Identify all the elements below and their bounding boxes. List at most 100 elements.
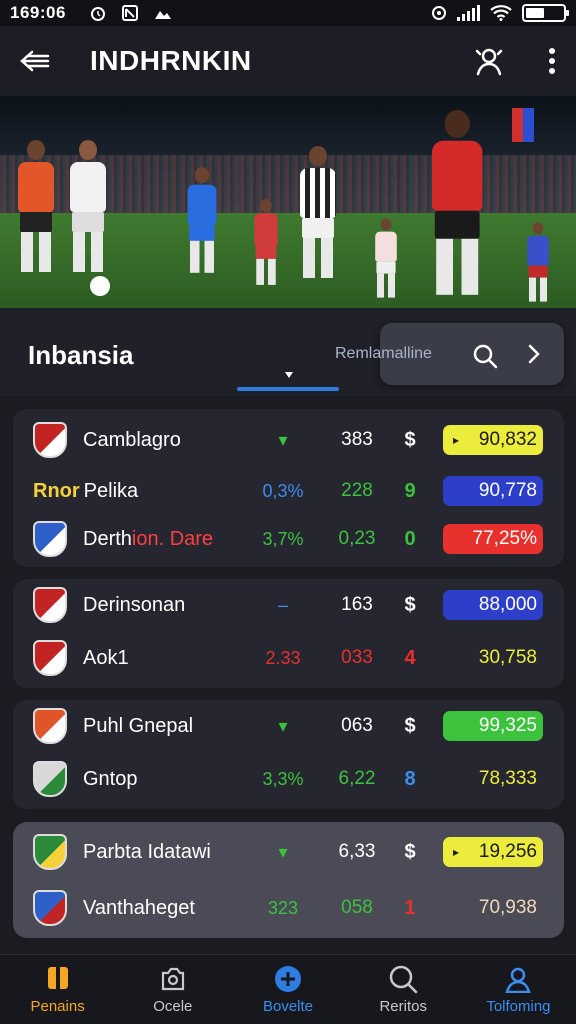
- nav-label: Ocele: [153, 998, 193, 1015]
- flag: [512, 108, 534, 142]
- team-label: Camblagro: [83, 428, 181, 451]
- nav-item-tolfoming[interactable]: Tolfoming: [461, 955, 576, 1024]
- gallery-icon: [154, 11, 171, 19]
- stat-points: 0,23: [338, 528, 376, 549]
- chevron-right-icon[interactable]: [526, 343, 542, 365]
- search-icon: [389, 965, 418, 994]
- standings-card[interactable]: Puhl Gnepal ▾ 063 $99,325 Gntop 3,3% 6,22 8 78,3…: [13, 700, 564, 809]
- currency-symbol: $: [404, 840, 416, 863]
- team-row[interactable]: Puhl Gnepal ▾ 063 $99,325: [13, 706, 564, 746]
- team-name: Derthion. Dare: [83, 528, 213, 551]
- stat-rank: 1: [404, 896, 416, 919]
- page-title: INDHRNKIN: [90, 45, 252, 76]
- stat-change: 0,3%: [262, 480, 304, 501]
- stat-points: 033: [341, 647, 373, 668]
- stat-change: 3,3%: [262, 768, 304, 789]
- team-crest-icon: [33, 890, 67, 926]
- back-button[interactable]: [20, 46, 50, 76]
- team-row[interactable]: Derinsonan ‒ 163 $88,000: [13, 585, 564, 625]
- value-text: 99,325: [478, 715, 537, 736]
- value-text: 78,333: [478, 768, 537, 789]
- value-pill[interactable]: 77,25%: [443, 524, 543, 554]
- nav-item-penains[interactable]: Penains: [0, 955, 115, 1024]
- team-label: Parbta Idatawi: [83, 840, 211, 863]
- stat-change: ▾: [278, 841, 288, 862]
- status-time: 169:06: [10, 3, 66, 22]
- standings-card[interactable]: Camblagro ▾ 383 $ ▸ 90,832 Rnor Pelika 0,3% 228 9 9…: [13, 409, 564, 567]
- tab-indicator-caret: [285, 372, 293, 378]
- nav-item-ocele[interactable]: Ocele: [115, 955, 230, 1024]
- stat-points: 6,22: [338, 768, 376, 789]
- banner-image-3: [238, 96, 412, 308]
- banner-image-2: [170, 96, 238, 308]
- alarm-icon: [90, 7, 105, 21]
- value-pill[interactable]: 88,000: [443, 590, 543, 620]
- value-text: 90,778: [478, 480, 537, 501]
- team-name: Camblagro: [83, 429, 181, 452]
- value-text: 77,25%: [472, 528, 537, 549]
- hero-banner[interactable]: [0, 96, 576, 308]
- currency-symbol: $: [404, 714, 416, 737]
- team-crest-icon: [33, 761, 67, 797]
- team-label: Derth: [83, 527, 132, 550]
- stat-rank: 4: [404, 646, 416, 669]
- value-pill[interactable]: ▸ 90,832: [443, 425, 543, 455]
- stat-change: ▾: [278, 715, 288, 736]
- pill-marker-icon: ▸: [453, 845, 460, 859]
- more-menu-button[interactable]: [548, 47, 556, 75]
- standings-card[interactable]: Parbta Idatawi ▾ 6,33 $ ▸ 19,256 Vanthaheget 32…: [13, 822, 564, 938]
- search-label[interactable]: Remlamalline: [335, 345, 432, 363]
- search-icon[interactable]: [472, 343, 498, 369]
- bottom-navigation: Penains Ocele Bovelte Reritos Tolfoming: [0, 954, 576, 1024]
- pill-marker-icon: ▸: [453, 433, 460, 447]
- signal-icon: [457, 5, 480, 21]
- notification-icon: [121, 5, 138, 21]
- team-name: Rnor Pelika: [33, 480, 138, 503]
- team-prefix: Rnor: [33, 479, 80, 502]
- value-text: 90,832: [478, 429, 537, 450]
- currency-symbol: $: [404, 593, 416, 616]
- team-label-accent: ion. Dare: [131, 527, 214, 550]
- team-row[interactable]: Gntop 3,3% 6,22 8 78,333: [13, 759, 564, 799]
- team-crest-icon: [33, 834, 67, 870]
- nav-label: Bovelte: [262, 998, 314, 1015]
- stat-points: 383: [341, 429, 373, 450]
- stat-change: 323: [267, 897, 299, 918]
- team-row[interactable]: Rnor Pelika 0,3% 228 9 90,778: [13, 471, 564, 511]
- value-pill[interactable]: 99,325: [443, 711, 543, 741]
- trophy-icon: [47, 967, 68, 989]
- value-pill[interactable]: 90,778: [443, 476, 543, 506]
- stat-points: 228: [341, 480, 373, 501]
- value-text: 19,256: [478, 841, 537, 862]
- team-row[interactable]: Derthion. Dare 3,7% 0,23 0 77,25%: [13, 519, 564, 559]
- value-text: 88,000: [478, 594, 537, 615]
- team-row[interactable]: Vanthaheget 323 058 1 70,938: [13, 888, 564, 928]
- currency-symbol: $: [404, 428, 416, 451]
- stat-change: ‒: [277, 594, 288, 615]
- section-header: Inbansia Remlamalline: [0, 308, 576, 396]
- tab-underline: [237, 387, 339, 391]
- team-name: Puhl Gnepal: [83, 715, 193, 738]
- battery-icon: [522, 4, 569, 22]
- nav-label: Penains: [30, 998, 85, 1015]
- value-text: 70,938: [478, 897, 537, 918]
- team-row[interactable]: Aok1 2.33 033 4 30,758: [13, 638, 564, 678]
- team-label: Aok1: [83, 646, 129, 669]
- value-pill[interactable]: ▸ 19,256: [443, 837, 543, 867]
- team-crest-icon: [33, 587, 67, 623]
- team-label: Vanthaheget: [83, 896, 195, 919]
- profile-button[interactable]: [474, 46, 504, 76]
- nav-item-reritos[interactable]: Reritos: [346, 955, 461, 1024]
- wifi-icon: [490, 5, 512, 21]
- section-title[interactable]: Inbansia: [28, 340, 133, 371]
- stat-points: 6,33: [338, 841, 376, 862]
- team-row[interactable]: Parbta Idatawi ▾ 6,33 $ ▸ 19,256: [13, 832, 564, 872]
- banner-image-4: [412, 96, 576, 308]
- team-row[interactable]: Camblagro ▾ 383 $ ▸ 90,832: [13, 420, 564, 460]
- stat-rank: 9: [404, 479, 416, 502]
- nav-item-bovelte[interactable]: Bovelte: [230, 955, 345, 1024]
- arrow-left-icon: [20, 50, 50, 72]
- team-crest-icon: [33, 422, 67, 458]
- standings-card[interactable]: Derinsonan ‒ 163 $88,000 Aok1 2.33 033 4 30,758: [13, 579, 564, 688]
- stat-points: 163: [341, 594, 373, 615]
